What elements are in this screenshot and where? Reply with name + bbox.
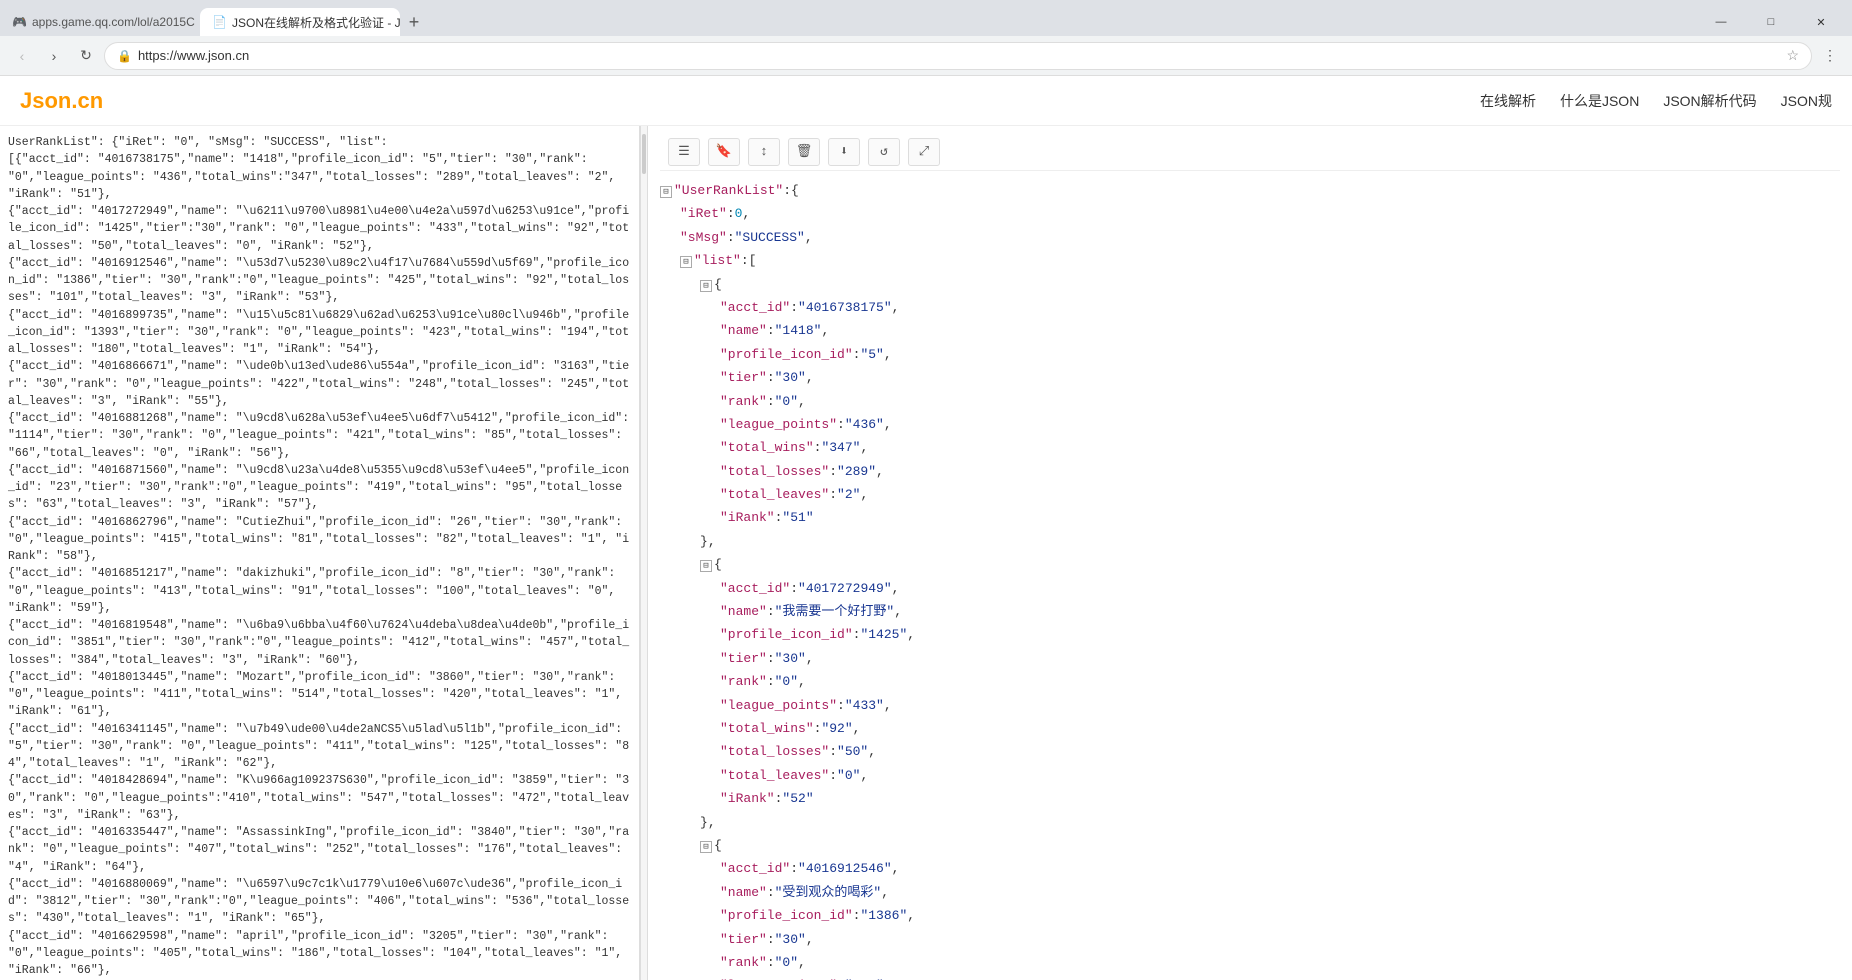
json-list-item-1: ⊟{"acct_id":"4017272949","name":"我需要一个好打… <box>660 553 1840 834</box>
site-logo: Json.cn <box>20 88 103 114</box>
json-field-league_points: "league_points":"425", <box>660 974 1840 980</box>
tab-bar: 🎮 apps.game.qq.com/lol/a2015C ✕ 📄 JSON在线… <box>0 0 1852 36</box>
refresh-button[interactable]: ↻ <box>72 42 100 70</box>
json-field-total_losses: "total_losses":"289", <box>660 460 1840 483</box>
tab-games[interactable]: 🎮 apps.game.qq.com/lol/a2015C ✕ <box>0 8 200 36</box>
json-field-iRank: "iRank":"52" <box>660 787 1840 810</box>
scroll-thumb <box>642 134 646 174</box>
toolbar-sort-btn[interactable]: ↕ <box>748 138 780 166</box>
address-text: https://www.json.cn <box>138 48 1778 63</box>
toolbar-menu-btn[interactable]: ☰ <box>668 138 700 166</box>
json-field-profile_icon_id: "profile_icon_id":"1425", <box>660 623 1840 646</box>
toolbar-expand-btn[interactable]: ⤢ <box>908 138 940 166</box>
json-root: ⊟"UserRankList":{"iRet":0,"sMsg":"SUCCES… <box>660 179 1840 980</box>
site-nav: 在线解析 什么是JSON JSON解析代码 JSON规 <box>1480 87 1832 115</box>
navigation-bar: ‹ › ↻ 🔒 https://www.json.cn ☆ ⋮ <box>0 36 1852 76</box>
logo-accent: cn <box>77 88 103 113</box>
json-tree: ⊟"UserRankList":{"iRet":0,"sMsg":"SUCCES… <box>660 179 1840 980</box>
raw-json-panel[interactable]: UserRankList": {"iRet": "0", "sMsg": "SU… <box>0 126 640 980</box>
json-field-rank: "rank":"0", <box>660 670 1840 693</box>
browser-window: 🎮 apps.game.qq.com/lol/a2015C ✕ 📄 JSON在线… <box>0 0 1852 980</box>
back-button[interactable]: ‹ <box>8 42 36 70</box>
nav-item-parse[interactable]: 在线解析 <box>1480 87 1536 115</box>
json-list-item-2: ⊟{"acct_id":"4016912546","name":"受到观众的喝彩… <box>660 834 1840 980</box>
json-field-profile_icon_id: "profile_icon_id":"1386", <box>660 904 1840 927</box>
nav-item-spec[interactable]: JSON规 <box>1781 87 1832 115</box>
json-field-acct_id: "acct_id":"4016738175", <box>660 296 1840 319</box>
json-field-name: "name":"我需要一个好打野", <box>660 600 1840 623</box>
json-field-league_points: "league_points":"433", <box>660 694 1840 717</box>
json-field-total_leaves: "total_leaves":"2", <box>660 483 1840 506</box>
formatted-json-panel[interactable]: ☰ 🔖 ↕ 🗑 ⬇ ↺ ⤢ ⊟"UserRankList":{"iRet":0,… <box>648 126 1852 980</box>
json-field-total_wins: "total_wins":"92", <box>660 717 1840 740</box>
maximize-button[interactable]: □ <box>1748 8 1794 36</box>
json-field-name: "name":"1418", <box>660 319 1840 342</box>
json-field-rank: "rank":"0", <box>660 390 1840 413</box>
toolbar-refresh-btn[interactable]: ↺ <box>868 138 900 166</box>
tab-games-label: apps.game.qq.com/lol/a2015C <box>32 15 195 29</box>
json-field-acct_id: "acct_id":"4017272949", <box>660 577 1840 600</box>
toolbar-delete-btn[interactable]: 🗑 <box>788 138 820 166</box>
json-field-tier: "tier":"30", <box>660 928 1840 951</box>
window-controls: — □ ✕ <box>1698 8 1852 36</box>
json-field-tier: "tier":"30", <box>660 647 1840 670</box>
tab-json-icon: 📄 <box>212 15 226 29</box>
panel-divider <box>640 126 648 980</box>
json-toolbar: ☰ 🔖 ↕ 🗑 ⬇ ↺ ⤢ <box>660 134 1840 171</box>
toolbar-download-btn[interactable]: ⬇ <box>828 138 860 166</box>
json-field-name: "name":"受到观众的喝彩", <box>660 881 1840 904</box>
json-field-iRank: "iRank":"51" <box>660 506 1840 529</box>
tab-games-icon: 🎮 <box>12 15 26 29</box>
logo-main: Json. <box>20 88 77 113</box>
extensions-button[interactable]: ⋮ <box>1816 42 1844 70</box>
main-content: UserRankList": {"iRet": "0", "sMsg": "SU… <box>0 126 1852 980</box>
json-field-league_points: "league_points":"436", <box>660 413 1840 436</box>
minimize-button[interactable]: — <box>1698 8 1744 36</box>
site-header: Json.cn 在线解析 什么是JSON JSON解析代码 JSON规 <box>0 76 1852 126</box>
address-bar[interactable]: 🔒 https://www.json.cn ☆ <box>104 42 1812 70</box>
forward-button[interactable]: › <box>40 42 68 70</box>
tab-json[interactable]: 📄 JSON在线解析及格式化验证 - J... ✕ <box>200 8 400 36</box>
json-field-tier: "tier":"30", <box>660 366 1840 389</box>
nav-item-code[interactable]: JSON解析代码 <box>1663 87 1756 115</box>
json-field-total_losses: "total_losses":"50", <box>660 740 1840 763</box>
json-field-profile_icon_id: "profile_icon_id":"5", <box>660 343 1840 366</box>
json-field-rank: "rank":"0", <box>660 951 1840 974</box>
json-field-total_leaves: "total_leaves":"0", <box>660 764 1840 787</box>
tab-json-label: JSON在线解析及格式化验证 - J... <box>232 14 400 31</box>
nav-item-what[interactable]: 什么是JSON <box>1560 87 1639 115</box>
json-field-acct_id: "acct_id":"4016912546", <box>660 857 1840 880</box>
nav-right-buttons: ⋮ <box>1816 42 1844 70</box>
bookmark-icon[interactable]: ☆ <box>1786 47 1799 64</box>
new-tab-button[interactable]: + <box>400 8 428 36</box>
lock-icon: 🔒 <box>117 49 132 63</box>
json-list-item-0: ⊟{"acct_id":"4016738175","name":"1418","… <box>660 273 1840 554</box>
json-field-total_wins: "total_wins":"347", <box>660 436 1840 459</box>
close-button[interactable]: ✕ <box>1798 8 1844 36</box>
toolbar-bookmark-btn[interactable]: 🔖 <box>708 138 740 166</box>
